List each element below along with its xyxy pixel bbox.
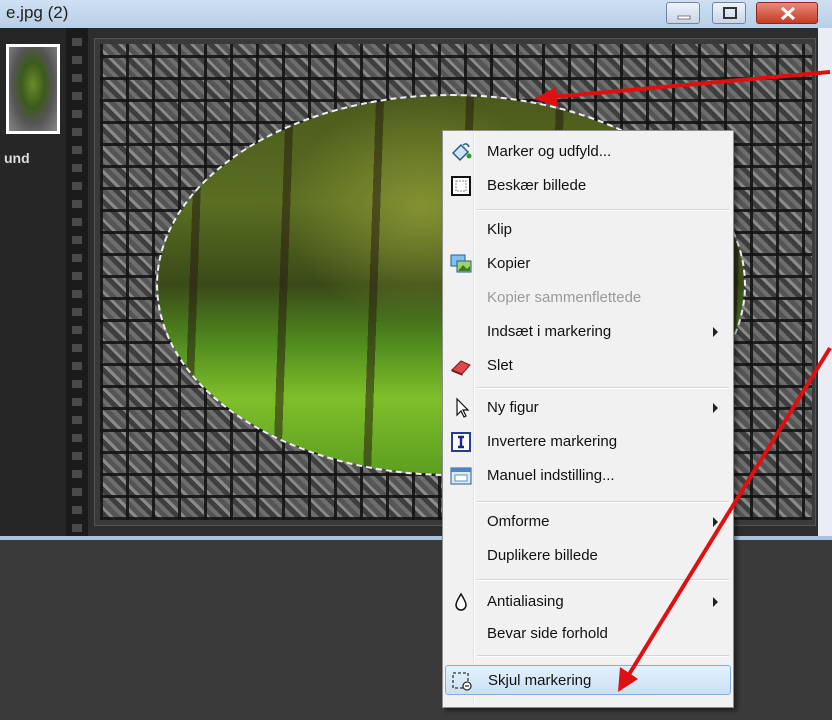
menu-item-label: Skjul markering xyxy=(488,672,592,689)
menu-item-skjul-markering[interactable]: Skjul markering xyxy=(445,665,731,695)
menu-item-label: Manuel indstilling... xyxy=(487,467,615,484)
eraser-icon xyxy=(451,360,471,376)
menu-item-label: Omforme xyxy=(487,513,550,530)
menu-item-label: Ny figur xyxy=(487,399,539,416)
menu-separator xyxy=(477,209,729,211)
thumbnail-label: und xyxy=(4,150,30,166)
menu-item-label: Antialiasing xyxy=(487,593,564,610)
copy-picture-icon xyxy=(450,254,472,273)
menu-item-manuel-indstilling[interactable]: Manuel indstilling... xyxy=(445,461,731,491)
thumbnail-panel: und xyxy=(0,28,66,536)
menu-item-label: Bevar side forhold xyxy=(487,625,608,642)
close-button[interactable] xyxy=(756,2,818,24)
title-bar: e.jpg (2) xyxy=(0,0,832,29)
menu-item-slet[interactable]: Slet xyxy=(445,351,731,381)
droplet-icon xyxy=(455,592,467,611)
menu-item-label: Invertere markering xyxy=(487,433,618,450)
close-icon xyxy=(780,6,796,21)
menu-item-duplikere-billede[interactable]: Duplikere billede xyxy=(445,541,731,571)
menu-item-invertere-markering[interactable]: Invertere markering xyxy=(445,427,731,457)
filmstrip-border xyxy=(66,28,88,536)
submenu-arrow-icon xyxy=(713,327,718,337)
menu-item-bevar-side-forhold[interactable]: Bevar side forhold xyxy=(445,619,731,649)
menu-item-label: Indsæt i markering xyxy=(487,323,612,340)
menu-separator xyxy=(477,387,729,389)
menu-item-antialiasing[interactable]: Antialiasing xyxy=(445,587,731,617)
menu-item-label: Kopier sammenflettede xyxy=(487,289,642,306)
menu-item-label: Klip xyxy=(487,221,513,238)
menu-separator xyxy=(477,655,729,657)
paint-fill-icon xyxy=(451,143,472,162)
layer-thumbnail[interactable] xyxy=(6,44,60,134)
menu-item-label: Beskær billede xyxy=(487,177,587,194)
maximize-icon xyxy=(723,7,737,19)
menu-item-omforme[interactable]: Omforme xyxy=(445,507,731,537)
crop-frame-icon xyxy=(451,176,471,196)
menu-item-marker-og-udfyld[interactable]: Marker og udfyld... xyxy=(445,137,731,167)
menu-separator xyxy=(477,501,729,503)
menu-item-kopier[interactable]: Kopier xyxy=(445,249,731,279)
context-menu: Marker og udfyld... Beskær billede Klip … xyxy=(442,130,734,708)
pointer-icon xyxy=(456,397,470,418)
menu-item-label: Duplikere billede xyxy=(487,547,598,564)
invert-selection-icon xyxy=(451,432,471,452)
menu-item-beskaer-billede[interactable]: Beskær billede xyxy=(445,171,731,201)
menu-item-label: Kopier xyxy=(487,255,531,272)
menu-item-indsaet-i-markering[interactable]: Indsæt i markering xyxy=(445,317,731,347)
minimize-icon xyxy=(677,15,691,20)
menu-item-klip[interactable]: Klip xyxy=(445,215,731,245)
hide-selection-icon xyxy=(452,672,472,691)
maximize-button[interactable] xyxy=(712,2,746,24)
window-border xyxy=(818,28,832,536)
menu-separator xyxy=(477,579,729,581)
menu-item-ny-figur[interactable]: Ny figur xyxy=(445,393,731,423)
minimize-button[interactable] xyxy=(666,2,700,24)
submenu-arrow-icon xyxy=(713,597,718,607)
submenu-arrow-icon xyxy=(713,403,718,413)
window-title: e.jpg (2) xyxy=(6,3,69,22)
submenu-arrow-icon xyxy=(713,517,718,527)
menu-item-kopier-sammenflettede: Kopier sammenflettede xyxy=(445,283,731,313)
menu-item-label: Slet xyxy=(487,357,513,374)
manual-settings-icon xyxy=(450,467,472,485)
menu-item-label: Marker og udfyld... xyxy=(487,143,612,160)
